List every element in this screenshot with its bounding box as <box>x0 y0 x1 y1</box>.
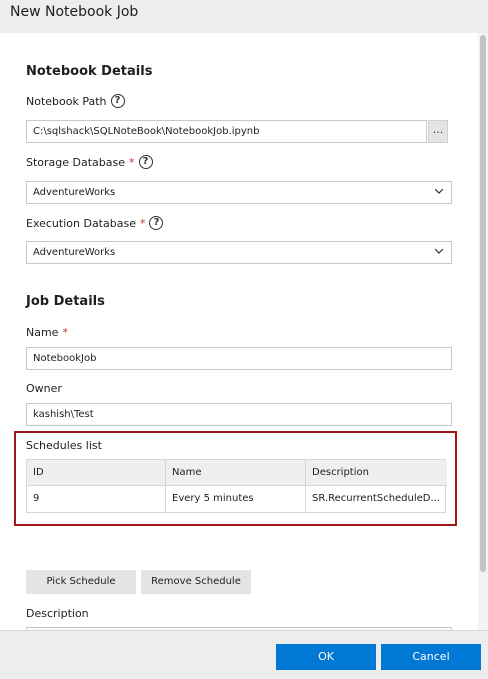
execution-database-select[interactable]: AdventureWorks <box>26 241 452 264</box>
schedules-list-label: Schedules list <box>26 439 102 452</box>
cell-description: SR.RecurrentScheduleD... <box>312 493 441 504</box>
cancel-button[interactable]: Cancel <box>381 644 481 670</box>
pick-schedule-button[interactable]: Pick Schedule <box>26 570 136 594</box>
dialog-content: Notebook Details Notebook Path ? C:\sqls… <box>0 33 488 630</box>
column-header-name[interactable]: Name <box>166 460 306 486</box>
remove-schedule-button[interactable]: Remove Schedule <box>141 570 251 594</box>
chevron-down-icon <box>435 248 443 254</box>
storage-database-select[interactable]: AdventureWorks <box>26 181 452 204</box>
schedules-section: Schedules list ID Name Description 9 Eve… <box>14 431 457 526</box>
notebook-details-heading: Notebook Details <box>26 64 153 79</box>
scrollbar-thumb[interactable] <box>480 35 486 572</box>
help-icon[interactable]: ? <box>138 155 153 169</box>
help-icon[interactable]: ? <box>110 94 125 108</box>
table-row[interactable]: 9 Every 5 minutes SR.RecurrentScheduleD.… <box>27 486 447 512</box>
cell-id: 9 <box>27 486 166 512</box>
notebook-path-label: Notebook Path ? <box>26 94 125 108</box>
required-marker: * <box>129 155 135 169</box>
job-details-heading: Job Details <box>26 294 105 309</box>
dialog-titlebar: New Notebook Job <box>0 0 488 33</box>
cell-name: Every 5 minutes <box>166 486 306 512</box>
schedules-grid: ID Name Description 9 Every 5 minutes SR… <box>26 459 447 513</box>
dialog-footer: OK Cancel <box>0 630 488 679</box>
ok-button[interactable]: OK <box>276 644 376 670</box>
owner-label: Owner <box>26 382 62 395</box>
description-label: Description <box>26 607 89 620</box>
column-header-id[interactable]: ID <box>27 460 166 486</box>
vertical-scrollbar[interactable] <box>478 33 488 630</box>
chevron-down-icon <box>435 188 443 194</box>
browse-button[interactable]: ... <box>428 120 448 143</box>
grid-header: ID Name Description <box>27 460 447 486</box>
execution-database-label: Execution Database * ? <box>26 216 164 230</box>
required-marker: * <box>62 326 68 339</box>
storage-database-label: Storage Database * ? <box>26 155 153 169</box>
help-icon[interactable]: ? <box>149 216 164 230</box>
required-marker: * <box>139 216 146 230</box>
name-label: Name * <box>26 326 68 339</box>
owner-input[interactable]: kashish\Test <box>26 403 452 426</box>
notebook-path-input[interactable]: C:\sqlshack\SQLNoteBook\NotebookJob.ipyn… <box>26 120 427 143</box>
column-header-description[interactable]: Description <box>306 460 446 486</box>
dialog-title: New Notebook Job <box>10 4 139 20</box>
job-name-input[interactable]: NotebookJob <box>26 347 452 370</box>
